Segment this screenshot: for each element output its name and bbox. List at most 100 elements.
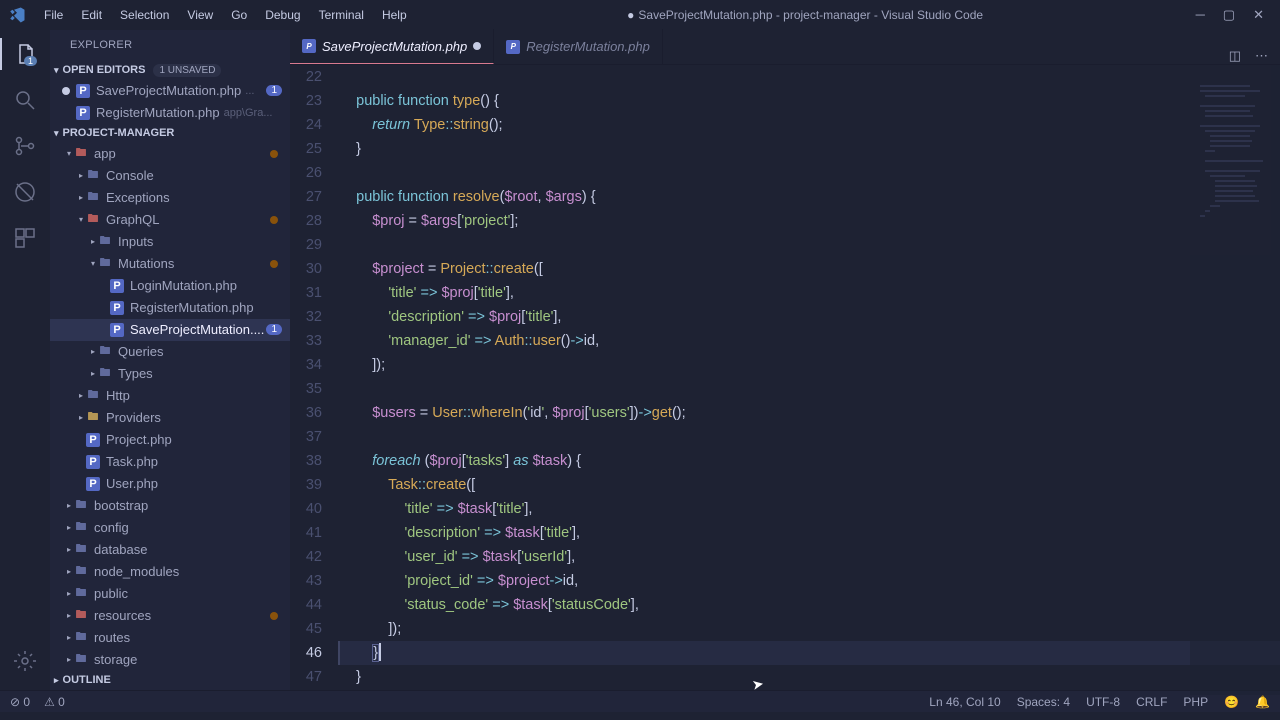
more-actions-icon[interactable]: ⋯ — [1255, 48, 1268, 64]
status-eol[interactable]: CRLF — [1136, 695, 1167, 709]
php-file-icon: P — [86, 433, 100, 447]
minimize-icon[interactable]: ─ — [1196, 7, 1205, 23]
tree-item[interactable]: ▸🖿config — [50, 517, 290, 539]
php-file-icon: P — [302, 39, 316, 53]
open-editors-header[interactable]: ▾ OPEN EDITORS 1 UNSAVED — [50, 61, 290, 80]
extensions-tab-icon[interactable] — [11, 224, 39, 252]
tree-item[interactable]: ▸🖿public — [50, 583, 290, 605]
explorer-badge: 1 — [24, 56, 37, 66]
tree-item[interactable]: PTask.php — [50, 451, 290, 473]
menu-debug[interactable]: Debug — [257, 4, 308, 26]
status-errors[interactable]: ⊘ 0 — [10, 695, 30, 709]
status-line-col[interactable]: Ln 46, Col 10 — [929, 695, 1000, 709]
project-header[interactable]: ▾ PROJECT-MANAGER — [50, 124, 290, 143]
scm-change-indicator-icon — [270, 260, 278, 268]
menu-bar: File Edit Selection View Go Debug Termin… — [36, 4, 415, 26]
scm-change-indicator-icon — [270, 150, 278, 158]
status-warnings[interactable]: ⚠ 0 — [44, 695, 65, 709]
split-editor-icon[interactable]: ◫ — [1229, 48, 1241, 64]
status-encoding[interactable]: UTF-8 — [1086, 695, 1120, 709]
tree-item[interactable]: ▸🖿storage — [50, 649, 290, 671]
editor-area: P SaveProjectMutation.php P RegisterMuta… — [290, 30, 1280, 690]
folder-icon: 🖿 — [86, 213, 100, 227]
folder-icon: 🖿 — [74, 587, 88, 601]
scm-change-indicator-icon — [270, 216, 278, 224]
folder-icon: 🖿 — [98, 367, 112, 381]
menu-selection[interactable]: Selection — [112, 4, 177, 26]
dirty-indicator-icon — [473, 42, 481, 50]
folder-icon: 🖿 — [74, 609, 88, 623]
window-title: ●SaveProjectMutation.php - project-manag… — [415, 8, 1196, 22]
tree-item[interactable]: ▸🖿database — [50, 539, 290, 561]
problem-badge: 1 — [266, 324, 282, 335]
problem-badge: 1 — [266, 85, 282, 96]
vscode-logo-icon — [8, 6, 26, 24]
status-bell-icon[interactable]: 🔔 — [1255, 695, 1270, 709]
menu-view[interactable]: View — [179, 4, 221, 26]
menu-help[interactable]: Help — [374, 4, 415, 26]
folder-icon: 🖿 — [74, 521, 88, 535]
folder-icon: 🖿 — [86, 169, 100, 183]
folder-icon: 🖿 — [74, 565, 88, 579]
tab-save-project[interactable]: P SaveProjectMutation.php — [290, 29, 494, 64]
unsaved-badge: 1 UNSAVED — [153, 64, 221, 77]
tree-item[interactable]: ▸🖿Inputs — [50, 231, 290, 253]
search-tab-icon[interactable] — [11, 86, 39, 114]
status-feedback-icon[interactable]: 😊 — [1224, 695, 1239, 709]
settings-gear-icon[interactable] — [11, 647, 39, 675]
titlebar: File Edit Selection View Go Debug Termin… — [0, 0, 1280, 30]
tree-item[interactable]: ▸🖿Providers — [50, 407, 290, 429]
tree-item[interactable]: PUser.php — [50, 473, 290, 495]
menu-edit[interactable]: Edit — [73, 4, 110, 26]
menu-go[interactable]: Go — [223, 4, 255, 26]
status-spaces[interactable]: Spaces: 4 — [1017, 695, 1070, 709]
tree-item[interactable]: ▾🖿Mutations — [50, 253, 290, 275]
tree-item[interactable]: ▸🖿Queries — [50, 341, 290, 363]
php-file-icon: P — [110, 323, 124, 337]
tree-item[interactable]: ▾🖿app — [50, 143, 290, 165]
folder-icon: 🖿 — [98, 345, 112, 359]
php-file-icon: P — [110, 301, 124, 315]
php-file-icon: P — [76, 84, 90, 98]
tree-item[interactable]: ▸🖿routes — [50, 627, 290, 649]
tab-register[interactable]: P RegisterMutation.php — [494, 29, 663, 64]
outline-header[interactable]: ▸ OUTLINE — [50, 671, 290, 690]
scm-change-indicator-icon — [270, 612, 278, 620]
code-editor[interactable]: 2223242526272829303132333435363738394041… — [290, 65, 1280, 690]
folder-icon: 🖿 — [86, 191, 100, 205]
minimap[interactable] — [1190, 65, 1280, 695]
open-editor-item[interactable]: P SaveProjectMutation.php ... 1 — [50, 80, 290, 102]
folder-icon: 🖿 — [74, 631, 88, 645]
tree-item[interactable]: ▸🖿resources — [50, 605, 290, 627]
folder-icon: 🖿 — [74, 653, 88, 667]
tree-item[interactable]: PRegisterMutation.php — [50, 297, 290, 319]
tree-item[interactable]: ▸🖿bootstrap — [50, 495, 290, 517]
tree-item[interactable]: PProject.php — [50, 429, 290, 451]
php-file-icon: P — [506, 40, 520, 54]
tree-item[interactable]: PLoginMutation.php — [50, 275, 290, 297]
scm-tab-icon[interactable] — [11, 132, 39, 160]
file-tree: ▾🖿app▸🖿Console▸🖿Exceptions▾🖿GraphQL▸🖿Inp… — [50, 143, 290, 671]
folder-icon: 🖿 — [74, 543, 88, 557]
tree-item[interactable]: ▸🖿node_modules — [50, 561, 290, 583]
open-editor-item[interactable]: P RegisterMutation.php app\Gra... — [50, 102, 290, 124]
tree-item[interactable]: ▾🖿GraphQL — [50, 209, 290, 231]
tree-item[interactable]: ▸🖿Types — [50, 363, 290, 385]
folder-icon: 🖿 — [74, 147, 88, 161]
folder-icon: 🖿 — [74, 499, 88, 513]
php-file-icon: P — [86, 477, 100, 491]
tree-item[interactable]: PSaveProjectMutation....1 — [50, 319, 290, 341]
folder-icon: 🖿 — [86, 389, 100, 403]
menu-terminal[interactable]: Terminal — [311, 4, 372, 26]
status-language[interactable]: PHP — [1183, 695, 1208, 709]
tree-item[interactable]: ▸🖿Console — [50, 165, 290, 187]
explorer-tab-icon[interactable]: 1 — [11, 40, 39, 68]
maximize-icon[interactable]: ▢ — [1223, 7, 1235, 23]
tree-item[interactable]: ▸🖿Exceptions — [50, 187, 290, 209]
tree-item[interactable]: ▸🖿Http — [50, 385, 290, 407]
close-icon[interactable]: ✕ — [1253, 7, 1264, 23]
menu-file[interactable]: File — [36, 4, 71, 26]
php-file-icon: P — [86, 455, 100, 469]
php-file-icon: P — [110, 279, 124, 293]
debug-tab-icon[interactable] — [11, 178, 39, 206]
